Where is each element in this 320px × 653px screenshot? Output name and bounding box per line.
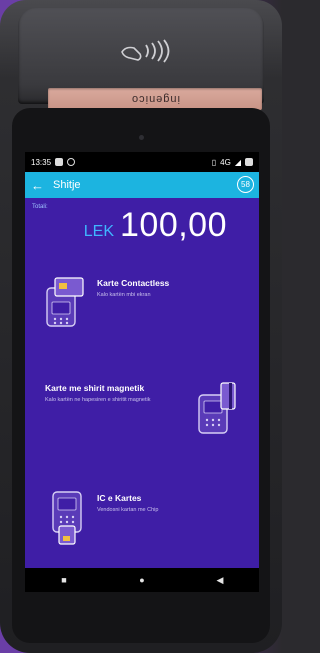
contactless-card-icon[interactable]: [43, 276, 87, 328]
home-button[interactable]: ●: [127, 575, 157, 585]
option-title: IC e Kartes: [97, 493, 142, 503]
amount-value: 100,00: [120, 206, 227, 244]
option-title: Karte me shirit magnetik: [45, 383, 145, 393]
back-button[interactable]: ◀: [205, 575, 235, 586]
magstripe-card-icon[interactable]: [195, 381, 239, 437]
battery-icon: [245, 158, 253, 166]
vibrate-icon: ▯: [211, 157, 217, 167]
network-label: 4G: [220, 157, 231, 167]
navigation-bar: ■ ● ◀: [25, 568, 259, 592]
option-title: Karte Contactless: [97, 278, 170, 288]
recent-apps-button[interactable]: ■: [49, 575, 79, 585]
screen: 13:35 ▯ 4G ◢ ← Shitje 58 Totali: LEK 100…: [25, 152, 259, 592]
page-title: Shitje: [53, 179, 81, 191]
countdown-timer: 58: [237, 176, 254, 193]
status-time: 13:35: [31, 157, 52, 167]
payment-terminal: ingenico 13:35 ▯ 4G ◢ ← Shitje 58 Totali…: [0, 0, 282, 653]
option-description: Kalo kartën mbi ekran: [97, 292, 151, 298]
app-bar: ← Shitje 58: [25, 172, 259, 198]
currency-label: LEK: [83, 223, 114, 240]
paper-slot: ingenico: [48, 88, 262, 110]
signal-icon: ◢: [234, 157, 241, 167]
status-bar: 13:35 ▯ 4G ◢: [25, 152, 259, 172]
chip-card-icon[interactable]: [45, 490, 89, 548]
sync-icon: [67, 158, 76, 166]
option-description: Vendosni kartan me Chip: [97, 507, 159, 513]
payment-panel: Totali: LEK 100,00 Karte Contactless Kal…: [25, 198, 259, 568]
amount-display: LEK 100,00: [84, 206, 227, 245]
option-magstripe[interactable]: Karte me shirit magnetik Kalo kartën ne …: [45, 383, 175, 404]
printer-head: ingenico: [18, 8, 264, 110]
option-description: Kalo kartën ne hapesiren e shiritit magn…: [45, 397, 151, 403]
option-chip[interactable]: IC e Kartes Vendosni kartan me Chip: [97, 493, 247, 514]
back-arrow-icon[interactable]: ←: [31, 178, 47, 193]
notification-icon: [55, 158, 64, 166]
total-label: Totali:: [32, 204, 48, 210]
brand-logo: ingenico: [130, 93, 180, 105]
option-contactless[interactable]: Karte Contactless Kalo kartën mbi ekran: [97, 278, 247, 299]
contactless-icon: [121, 39, 170, 63]
front-camera: [139, 135, 144, 140]
